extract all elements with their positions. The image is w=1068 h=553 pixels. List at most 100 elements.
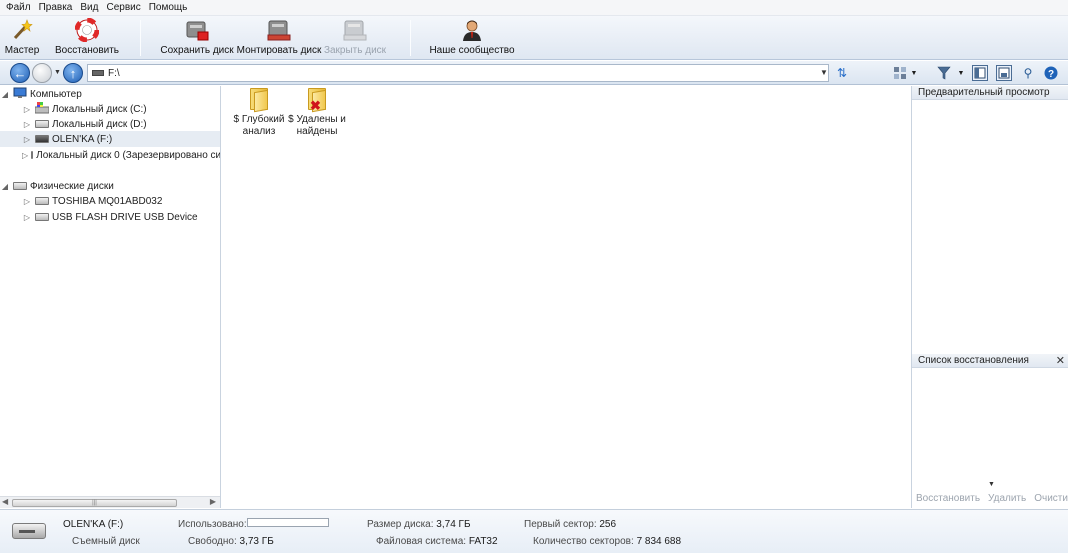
tree-label: Локальный диск (D:): [52, 118, 147, 130]
back-button[interactable]: ←: [10, 63, 30, 83]
hard-drive-icon: [31, 151, 34, 159]
tree-node-computer[interactable]: ◢ Компьютер: [0, 86, 220, 102]
status-used-label: Использовано:: [178, 519, 247, 530]
filter-dropdown-icon[interactable]: ▼: [953, 65, 969, 81]
status-drive-type: Съемный диск: [72, 536, 140, 547]
tree-node-drive-0[interactable]: ▷ Локальный диск 0 (Зарезервировано сист…: [0, 147, 220, 163]
refresh-icon[interactable]: ⇅: [834, 65, 850, 81]
address-path: F:\: [108, 67, 120, 79]
tree-label: OLEN'KA (F:): [52, 133, 113, 145]
expanded-arrow-icon[interactable]: ◢: [0, 182, 10, 191]
scroll-right-icon[interactable]: ▶: [210, 497, 216, 506]
scroll-thumb[interactable]: |||: [12, 499, 177, 507]
lifebuoy-icon: [74, 18, 100, 42]
svg-text:?: ?: [1048, 69, 1054, 80]
panel-toggle-icon[interactable]: [972, 65, 988, 81]
preview-panel-header: Предварительный просмотр: [912, 86, 1068, 100]
hard-drive-icon: [35, 213, 49, 221]
status-size: Размер диска: 3,74 ГБ: [367, 519, 471, 530]
deleted-folder-icon: ✖: [306, 88, 328, 113]
preview-title: Предварительный просмотр: [918, 87, 1050, 98]
side-panels: Предварительный просмотр Список восстано…: [911, 86, 1068, 508]
collapse-arrow-icon[interactable]: ▼: [988, 481, 995, 488]
tree-node-drive-c[interactable]: ▷ Локальный диск (C:): [0, 101, 220, 117]
collapsed-arrow-icon[interactable]: ▷: [22, 120, 32, 129]
collapsed-arrow-icon[interactable]: ▷: [22, 105, 32, 114]
restore-button[interactable]: Восстановить: [54, 18, 120, 58]
collapsed-arrow-icon[interactable]: ▷: [22, 151, 28, 160]
close-disk-button[interactable]: Закрыть диск: [323, 18, 387, 58]
folder-label: $ Удалены и найдены: [288, 114, 346, 137]
horizontal-scrollbar[interactable]: ◀ ||| ▶: [0, 496, 220, 508]
collapsed-arrow-icon[interactable]: ▷: [22, 197, 32, 206]
collapsed-arrow-icon[interactable]: ▷: [22, 135, 32, 144]
tree-label: Локальный диск 0 (Зарезервировано систем…: [36, 149, 220, 161]
mount-disk-button[interactable]: Монтировать диск: [237, 18, 321, 58]
folder-tree: ◢ Компьютер ▷ Локальный диск (C:) ▷ Лока…: [0, 86, 221, 508]
tree-label: Компьютер: [30, 88, 82, 100]
status-drive-name: OLEN'KA (F:): [63, 519, 124, 530]
status-filesystem: Файловая система: FAT32: [376, 536, 498, 547]
community-button[interactable]: Наше сообщество: [429, 18, 515, 58]
up-button[interactable]: ↑: [63, 63, 83, 83]
file-view: $ Глубокий анализ ✖ $ Удалены и найдены: [222, 86, 910, 508]
hard-drive-icon: [35, 120, 49, 128]
restore-list-header: Список восстановления ✕: [912, 354, 1068, 368]
search-icon[interactable]: ⚲: [1020, 65, 1036, 81]
help-icon[interactable]: ?: [1043, 65, 1059, 81]
save-disk-button[interactable]: Сохранить диск: [160, 18, 234, 58]
arrow-left-icon: ←: [13, 65, 27, 81]
menu-file[interactable]: Файл: [4, 2, 37, 13]
save-disk-icon: [184, 18, 210, 42]
toolbar: Мастер Восстановить Сохранить диск Монти…: [0, 16, 1068, 60]
restore-list-restore-button[interactable]: Восстановить: [912, 493, 984, 504]
wizard-label: Мастер: [4, 45, 40, 56]
restore-label: Восстановить: [54, 45, 120, 56]
tree-label: Физические диски: [30, 180, 114, 192]
preview-toggle-icon[interactable]: [996, 65, 1012, 81]
view-dropdown-icon[interactable]: ▼: [906, 65, 922, 81]
menu-view[interactable]: Вид: [78, 2, 104, 13]
tree-node-drive-d[interactable]: ▷ Локальный диск (D:): [0, 116, 220, 132]
tree-label: Локальный диск (C:): [52, 103, 147, 115]
scroll-left-icon[interactable]: ◀: [2, 497, 8, 506]
removable-drive-icon: [35, 135, 49, 143]
restore-list-delete-button[interactable]: Удалить: [984, 493, 1030, 504]
tree-node-usb[interactable]: ▷ USB FLASH DRIVE USB Device: [0, 209, 220, 225]
status-first-sector: Первый сектор: 256: [524, 519, 617, 530]
menu-service[interactable]: Сервис: [104, 2, 146, 13]
wizard-button[interactable]: Мастер: [4, 18, 40, 58]
filter-icon[interactable]: [936, 65, 952, 81]
folder-item[interactable]: ✖ $ Удалены и найдены: [282, 86, 352, 138]
tree-node-drive-f[interactable]: ▷ OLEN'KA (F:): [0, 131, 220, 147]
magic-wand-icon: [9, 18, 35, 42]
restore-list-actions: Восстановить Удалить Очистить: [912, 490, 1068, 506]
system-drive-icon: [34, 101, 50, 117]
removable-drive-icon: [12, 523, 46, 539]
menu-edit[interactable]: Правка: [37, 2, 79, 13]
status-bar: OLEN'KA (F:) Съемный диск Использовано: …: [0, 509, 1068, 553]
address-bar: ← ▼ ↑ F:\ ▼ ⇅ ▼ ▼ ⚲ ?: [0, 61, 1068, 85]
status-free: Свободно: 3,73 ГБ: [188, 536, 274, 547]
close-disk-label: Закрыть диск: [323, 45, 387, 56]
expanded-arrow-icon[interactable]: ◢: [0, 90, 10, 99]
tree-node-toshiba[interactable]: ▷ TOSHIBA MQ01ABD032: [0, 193, 220, 209]
mount-disk-icon: [266, 18, 292, 42]
address-dropdown-icon[interactable]: ▼: [820, 68, 828, 77]
disk-usage-bar: [247, 518, 329, 527]
tree-node-physical[interactable]: ◢ Физические диски: [0, 178, 220, 194]
drive-icon: [92, 70, 104, 76]
folder-icon: [248, 88, 270, 113]
close-icon[interactable]: ✕: [1056, 354, 1065, 368]
restore-list-clear-button[interactable]: Очистить: [1030, 493, 1068, 504]
toolbar-separator: [410, 20, 411, 56]
address-field[interactable]: F:\: [87, 64, 829, 82]
close-disk-icon: [342, 18, 368, 42]
collapsed-arrow-icon[interactable]: ▷: [22, 213, 32, 222]
computer-icon: [13, 87, 27, 102]
toolbar-separator: [140, 20, 141, 56]
forward-button[interactable]: [32, 63, 52, 83]
history-dropdown-icon[interactable]: ▼: [54, 69, 61, 76]
menu-help[interactable]: Помощь: [147, 2, 194, 13]
status-sector-count: Количество секторов: 7 834 688: [533, 536, 682, 547]
